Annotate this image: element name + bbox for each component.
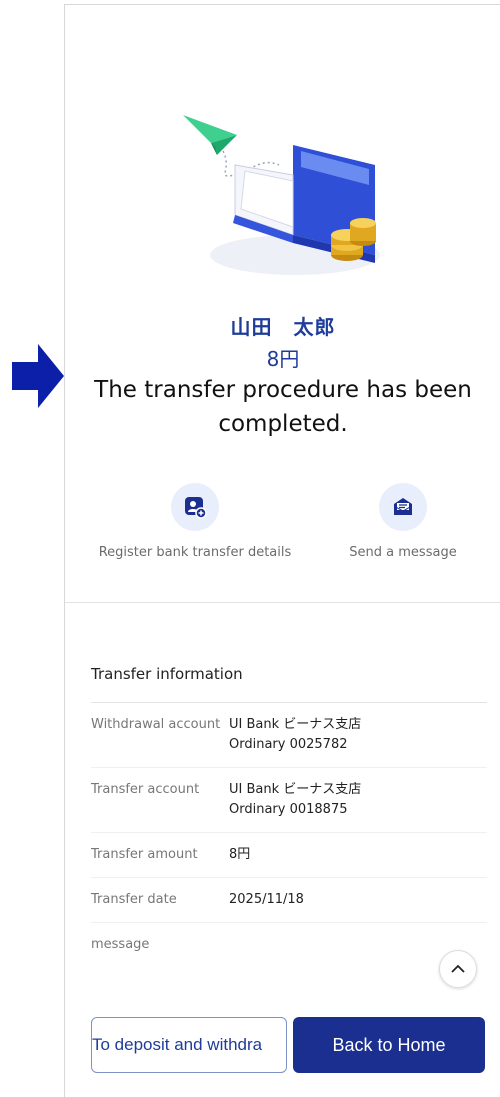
- row-label: Withdrawal account: [91, 717, 221, 732]
- info-row-withdrawal: Withdrawal account UI Bank ビーナス支店 Ordina…: [91, 703, 487, 768]
- info-row-message: message: [91, 923, 487, 967]
- send-message-button[interactable]: Send a message: [323, 483, 483, 560]
- message-label: Send a message: [349, 545, 457, 560]
- scroll-top-button[interactable]: [439, 950, 477, 988]
- row-label: message: [91, 937, 150, 952]
- completion-card: 山田 太郎 8円 The transfer procedure has been…: [65, 5, 500, 603]
- row-label: Transfer amount: [91, 847, 198, 862]
- deposit-withdraw-button[interactable]: To deposit and withdra: [91, 1017, 287, 1073]
- phone-screen: 山田 太郎 8円 The transfer procedure has been…: [64, 4, 500, 1097]
- row-label: Transfer account: [91, 782, 200, 797]
- transfer-amount: 8円: [266, 347, 300, 371]
- recipient-name: 山田 太郎: [230, 315, 336, 339]
- transfer-information: Transfer information Withdrawal account …: [91, 665, 487, 967]
- row-value-line: Ordinary 0025782: [229, 737, 348, 752]
- info-row-transfer-account: Transfer account UI Bank ビーナス支店 Ordinary…: [91, 768, 487, 833]
- right-arrow-icon: [12, 344, 64, 408]
- message-icon-circle: [379, 483, 427, 531]
- info-row-date: Transfer date 2025/11/18: [91, 878, 487, 923]
- completion-message: The transfer procedure has been complete…: [94, 377, 472, 437]
- register-transfer-button[interactable]: Register bank transfer details: [85, 483, 305, 560]
- transfer-info-title: Transfer information: [91, 665, 487, 703]
- row-value-line: UI Bank ビーナス支店: [229, 782, 362, 797]
- row-value-line: Ordinary 0018875: [229, 802, 348, 817]
- register-label: Register bank transfer details: [98, 545, 292, 560]
- row-value: UI Bank ビーナス支店 Ordinary 0018875: [229, 780, 487, 820]
- chevron-up-icon: [451, 964, 465, 973]
- envelope-icon: [393, 498, 413, 515]
- row-label: Transfer date: [91, 892, 177, 907]
- row-value: 2025/11/18: [229, 892, 304, 907]
- back-to-home-button[interactable]: Back to Home: [293, 1017, 485, 1073]
- row-value: 8円: [229, 847, 251, 862]
- contact-add-icon: [185, 497, 207, 519]
- transfer-illustration: [183, 115, 380, 275]
- register-icon-circle: [171, 483, 219, 531]
- info-row-amount: Transfer amount 8円: [91, 833, 487, 878]
- row-value: UI Bank ビーナス支店 Ordinary 0025782: [229, 715, 487, 755]
- row-value-line: UI Bank ビーナス支店: [229, 717, 362, 732]
